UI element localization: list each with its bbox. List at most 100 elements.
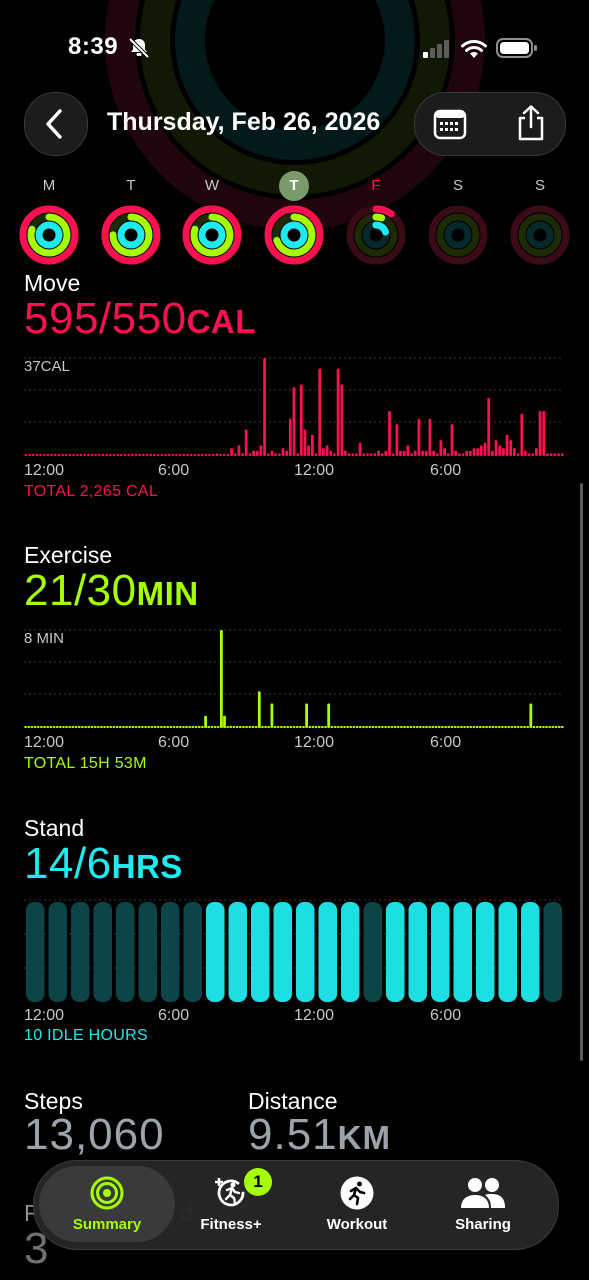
tab-workout-label: Workout	[326, 1216, 388, 1233]
day-rings-2[interactable]	[180, 203, 244, 267]
day-rings-6[interactable]	[508, 203, 572, 267]
exercise-value: 21/30MIN	[24, 566, 199, 616]
day-label-0: M	[42, 177, 56, 194]
tab-workout[interactable]: Workout	[297, 1170, 417, 1238]
chart-bar	[153, 454, 156, 456]
chart-bar	[263, 358, 266, 456]
chart-bar	[388, 411, 391, 456]
chart-bar	[428, 418, 432, 456]
chart-bar	[160, 726, 163, 728]
chart-bar	[435, 453, 439, 456]
stand-label: Stand	[24, 815, 85, 841]
chart-bar	[61, 454, 64, 456]
chart-bar	[561, 726, 564, 728]
stand-hour-bar	[431, 902, 450, 1002]
chart-bar	[441, 726, 444, 728]
chart-bar	[172, 726, 176, 728]
chart-bar	[529, 703, 533, 728]
chart-bar	[131, 454, 134, 456]
chart-bar	[194, 726, 198, 728]
chart-bar	[308, 726, 312, 728]
chart-bar	[200, 454, 204, 456]
chart-bar	[399, 450, 402, 456]
chart-bar	[46, 726, 50, 728]
chart-bar	[491, 450, 494, 456]
chart-bar	[545, 726, 548, 728]
chart-bar	[520, 413, 524, 456]
chart-bar	[223, 715, 226, 729]
chart-bar	[167, 454, 171, 456]
chart-bar	[208, 454, 211, 456]
chart-bar	[417, 418, 421, 456]
chart-bar	[175, 726, 179, 728]
chart-bar	[344, 450, 347, 456]
stand-hour-bar	[206, 902, 225, 1002]
fitness-plus-badge-count: 1	[253, 1172, 263, 1191]
chart-bar	[424, 450, 428, 456]
chart-bar	[119, 454, 123, 456]
chart-bar	[422, 726, 425, 728]
back-button[interactable]	[24, 92, 88, 156]
chart-bar	[62, 726, 65, 728]
chart-bar	[101, 454, 105, 456]
tab-summary[interactable]: Summary	[47, 1170, 167, 1238]
move-chart	[24, 357, 564, 456]
stand-hour-bar	[453, 902, 472, 1002]
tab-sharing[interactable]: Sharing	[423, 1170, 543, 1238]
chart-bar	[321, 726, 324, 728]
chart-bar	[193, 454, 197, 456]
distance-value: 9.51KM	[248, 1110, 391, 1160]
chart-bar	[466, 726, 470, 728]
day-rings-1[interactable]	[99, 203, 163, 267]
chart-bar	[510, 726, 514, 728]
chart-bar	[237, 445, 241, 456]
stand-hour-bar	[138, 902, 157, 1002]
chart-bar	[425, 726, 428, 728]
chart-bar	[100, 726, 103, 728]
chart-bar	[266, 453, 270, 456]
exercise-x-axis: 12:00 6:00 12:00 6:00	[24, 734, 564, 754]
tab-fitness-plus[interactable]: 1 Fitness+	[171, 1168, 291, 1238]
chart-bar	[211, 454, 215, 456]
stand-hour-bar	[228, 902, 247, 1002]
chart-bar	[527, 453, 531, 456]
share-icon[interactable]	[515, 105, 547, 141]
chart-bar	[439, 440, 443, 456]
x-tick-label: 12:00	[294, 734, 335, 751]
scrollbar[interactable]	[580, 483, 583, 1061]
chart-bar	[97, 454, 101, 456]
day-rings-0[interactable]	[17, 203, 81, 267]
chart-bar	[351, 453, 355, 456]
chart-bar	[39, 454, 42, 456]
chart-bar	[255, 450, 259, 456]
chart-bar	[402, 450, 406, 456]
chart-bar	[118, 726, 122, 728]
chart-bar	[24, 454, 28, 456]
day-rings-4[interactable]	[344, 203, 408, 267]
day-rings-3[interactable]	[262, 203, 326, 267]
chart-bar	[307, 445, 311, 456]
chart-bar	[400, 726, 403, 728]
chart-bar	[368, 726, 372, 728]
chart-bar	[178, 454, 182, 456]
exercise-total: TOTAL 15H 53M	[24, 755, 147, 772]
move-x-axis: 12:00 6:00 12:00 6:00	[24, 462, 564, 482]
chart-bar	[303, 429, 307, 456]
chart-bar	[210, 726, 214, 728]
chart-bar	[42, 454, 46, 456]
chart-bar	[49, 726, 53, 728]
chart-bar	[40, 726, 43, 728]
chart-bar	[557, 726, 561, 728]
chart-bar	[86, 454, 90, 456]
calendar-icon[interactable]	[433, 108, 467, 140]
chart-bar	[513, 726, 517, 728]
day-rings-5[interactable]	[426, 203, 490, 267]
chart-bar	[108, 454, 112, 456]
chart-bar	[166, 726, 170, 728]
chart-bar	[171, 454, 175, 456]
day-label-2: W	[204, 177, 220, 194]
activity-rings-icon	[90, 1176, 124, 1210]
x-tick-label: 6:00	[158, 462, 190, 479]
chart-bar	[421, 450, 424, 456]
chart-bar	[105, 454, 109, 456]
